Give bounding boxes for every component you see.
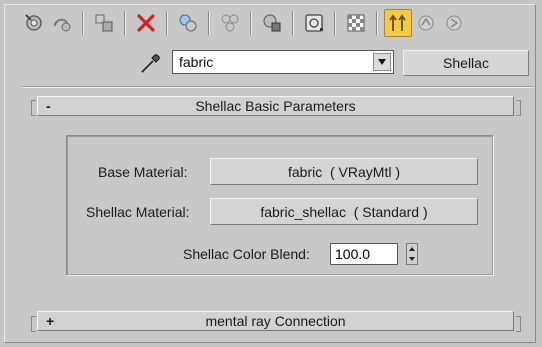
delete-button[interactable] <box>132 9 160 37</box>
make-unique-icon <box>221 14 239 32</box>
material-id-channel-icon <box>305 14 323 32</box>
put-to-library-button[interactable] <box>258 9 286 37</box>
material-name-dropdown-button[interactable] <box>373 53 391 71</box>
toolbar-separator <box>124 11 126 35</box>
toolbar-separator <box>208 11 210 35</box>
base-material-label: Base Material: <box>98 164 188 180</box>
material-toolbar <box>20 6 468 40</box>
eyedropper-icon <box>141 54 160 73</box>
base-material-button[interactable]: fabric ( VRayMtl ) <box>210 158 478 185</box>
put-to-scene-icon <box>54 18 71 32</box>
material-name-field[interactable] <box>172 50 394 74</box>
toolbar-separator <box>292 11 294 35</box>
make-copy-icon <box>179 14 197 32</box>
rollout-expand-toggle: + <box>46 313 55 329</box>
go-to-parent-button[interactable] <box>412 9 440 37</box>
toolbar-separator <box>250 11 252 35</box>
chevron-down-icon <box>378 59 386 65</box>
spinner-down-arrow-icon[interactable] <box>409 257 415 261</box>
material-type-label: Shellac <box>443 55 489 71</box>
rollout-header-mental-ray[interactable]: + mental ray Connection <box>37 311 514 331</box>
assign-to-selection-icon <box>95 14 113 32</box>
assign-to-selection-button[interactable] <box>90 9 118 37</box>
make-copy-button[interactable] <box>174 9 202 37</box>
toolbar-separator <box>376 11 378 35</box>
go-to-parent-icon <box>418 15 434 31</box>
get-material-button[interactable] <box>20 9 48 37</box>
panel-divider <box>22 86 534 88</box>
rollout-bracket-right <box>516 100 521 116</box>
shellac-material-value: fabric_shellac ( Standard ) <box>260 203 428 220</box>
get-material-icon <box>25 14 42 31</box>
rollout-title: Shellac Basic Parameters <box>195 98 356 114</box>
pick-material-from-object-button[interactable] <box>139 51 163 75</box>
show-end-result-button[interactable] <box>384 9 412 37</box>
delete-icon <box>137 14 155 32</box>
shellac-material-button[interactable]: fabric_shellac ( Standard ) <box>210 198 478 225</box>
rollout-header-shellac-basic[interactable]: - Shellac Basic Parameters <box>37 96 514 116</box>
toolbar-separator <box>82 11 84 35</box>
shellac-material-label: Shellac Material: <box>86 204 190 220</box>
show-end-result-icon <box>389 14 406 31</box>
material-type-button[interactable]: Shellac <box>403 50 529 76</box>
rollout-title: mental ray Connection <box>205 313 346 329</box>
spinner-up-arrow-icon[interactable] <box>409 247 415 251</box>
base-material-value: fabric ( VRayMtl ) <box>287 163 400 180</box>
put-to-library-icon <box>263 14 281 32</box>
shellac-color-blend-spinner[interactable] <box>406 243 418 265</box>
rollout-bracket-right <box>516 316 521 332</box>
toolbar-separator <box>334 11 336 35</box>
shellac-color-blend-label: Shellac Color Blend: <box>183 246 310 262</box>
go-forward-to-sibling-icon <box>446 15 462 31</box>
put-to-scene-button[interactable] <box>48 9 76 37</box>
rollout-bracket-left <box>31 316 36 332</box>
rollout-bracket-left <box>31 100 36 116</box>
show-in-viewport-button[interactable] <box>342 9 370 37</box>
show-in-viewport-icon <box>347 14 365 32</box>
make-unique-button[interactable] <box>216 9 244 37</box>
shellac-color-blend-input[interactable] <box>331 244 399 264</box>
material-id-channel-button[interactable] <box>300 9 328 37</box>
toolbar-separator <box>166 11 168 35</box>
go-forward-to-sibling-button[interactable] <box>440 9 468 37</box>
rollout-collapse-toggle: - <box>46 98 51 114</box>
material-name-input[interactable] <box>173 52 365 72</box>
shellac-color-blend-field[interactable] <box>330 243 399 265</box>
